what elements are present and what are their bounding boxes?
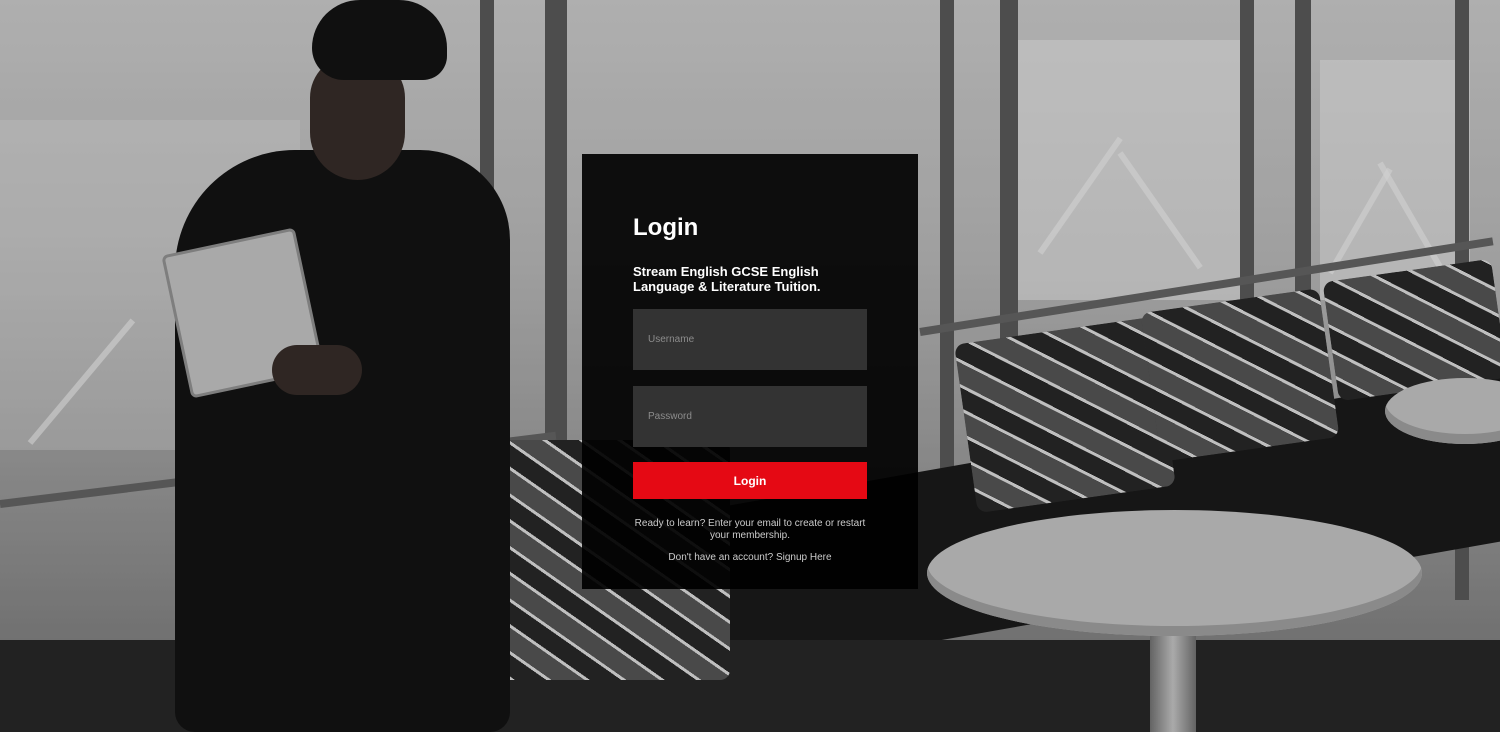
helper-text: Ready to learn? Enter your email to crea… (634, 518, 866, 541)
signup-prefix: Don't have an account? (668, 552, 774, 563)
username-input[interactable] (633, 309, 867, 370)
signup-line: Don't have an account? Signup Here (633, 552, 867, 563)
password-input[interactable] (633, 386, 867, 447)
login-title: Login (633, 214, 699, 241)
login-form: Login Stream English GCSE English Langua… (582, 154, 918, 589)
login-button[interactable]: Login (633, 462, 867, 499)
signup-link[interactable]: Signup Here (776, 552, 832, 563)
login-page: Login Stream English GCSE English Langua… (0, 0, 1500, 732)
login-subtitle: Stream English GCSE English Language & L… (633, 264, 821, 294)
